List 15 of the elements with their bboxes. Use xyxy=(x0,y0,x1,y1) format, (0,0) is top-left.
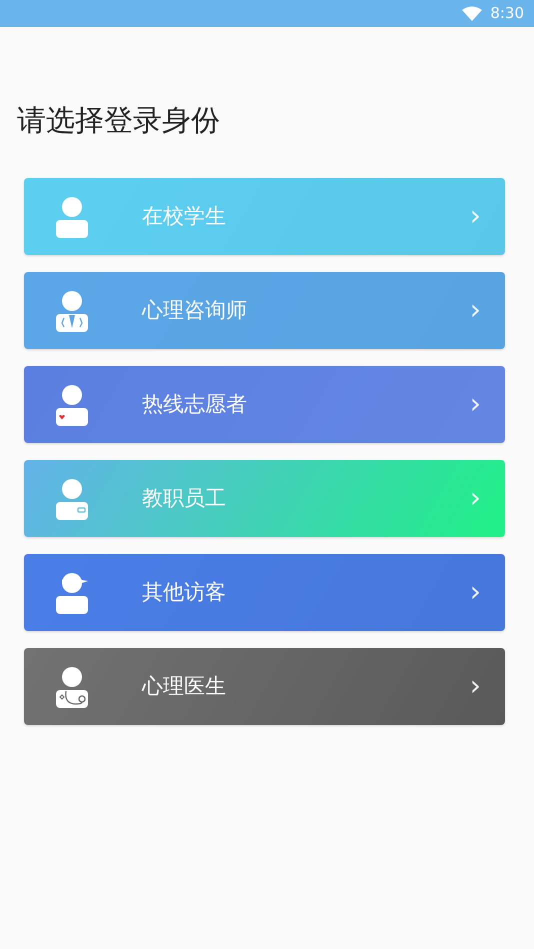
clock: 8:30 xyxy=(490,3,524,24)
role-option[interactable]: 教职员工 › xyxy=(24,460,505,537)
chevron-icon: › xyxy=(470,578,481,606)
role-option[interactable]: 热线志愿者 › xyxy=(24,366,505,443)
role-option[interactable]: 在校学生 › xyxy=(24,178,505,255)
page-title: 请选择登录身份 xyxy=(17,103,221,138)
role-option[interactable]: 其他访客 › xyxy=(24,554,505,631)
chevron-icon: › xyxy=(470,672,481,700)
chevron-icon: › xyxy=(470,296,481,324)
chevron-icon: › xyxy=(470,202,481,230)
role-option[interactable]: 心理医生 › xyxy=(24,648,505,725)
role-option[interactable]: 心理咨询师 › xyxy=(24,272,505,349)
wifi-icon xyxy=(462,6,482,21)
chevron-icon: › xyxy=(470,484,481,512)
chevron-icon: › xyxy=(470,390,481,418)
